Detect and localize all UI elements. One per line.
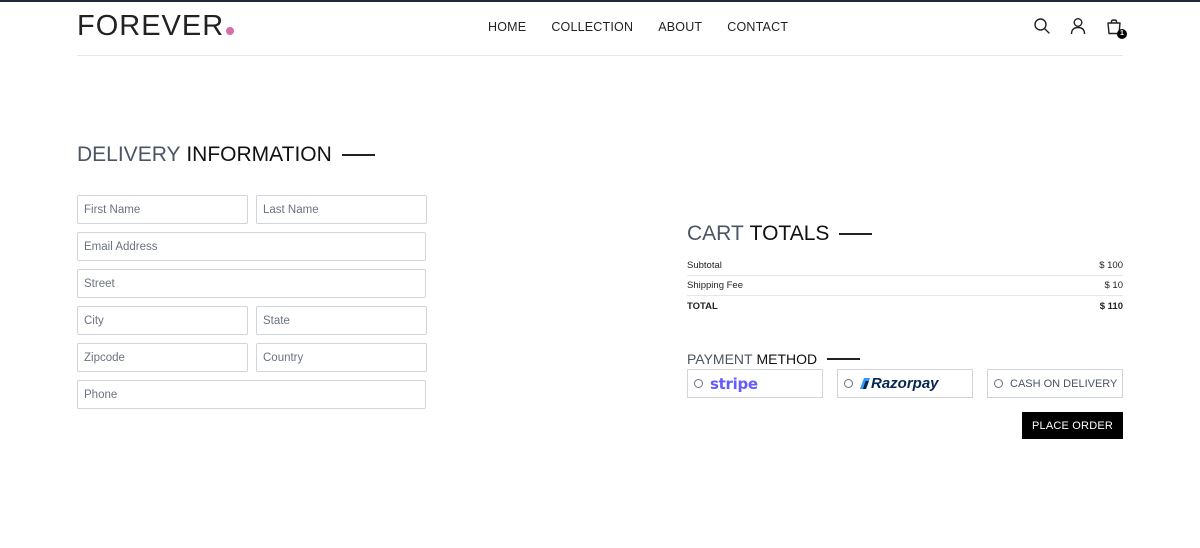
payment-title-dark: METHOD (756, 351, 818, 367)
subtotal-row: Subtotal $ 100 (687, 256, 1123, 276)
brand-dot (226, 27, 235, 35)
razorpay-label: Razorpay (871, 375, 939, 392)
zipcode-input[interactable] (77, 343, 248, 372)
site-header: FOREVER HOME COLLECTION ABOUT CONTACT 1 (77, 2, 1127, 56)
radio-cod[interactable] (994, 379, 1003, 388)
brand-name: FOREVER (77, 10, 225, 42)
search-icon[interactable] (1033, 17, 1051, 35)
nav-contact[interactable]: CONTACT (727, 20, 788, 34)
phone-input[interactable] (77, 380, 426, 409)
payment-title-light: PAYMENT (687, 351, 753, 367)
radio-stripe[interactable] (694, 379, 703, 388)
razorpay-logo: Razorpay (860, 375, 939, 392)
last-name-input[interactable] (256, 195, 427, 224)
cod-label: CASH ON DELIVERY (1010, 377, 1118, 390)
payment-option-razorpay[interactable]: Razorpay (837, 369, 973, 398)
delivery-title-dark: INFORMATION (186, 143, 332, 166)
nav-home[interactable]: HOME (488, 20, 526, 34)
shopping-bag-icon[interactable]: 1 (1105, 17, 1127, 39)
street-input[interactable] (77, 269, 426, 298)
shipping-fee-label: Shipping Fee (687, 280, 743, 291)
payment-method-title: PAYMENT METHOD (687, 351, 861, 367)
payment-option-stripe[interactable]: stripe (687, 369, 823, 398)
nav-collection[interactable]: COLLECTION (551, 20, 633, 34)
subtotal-label: Subtotal (687, 260, 722, 271)
shipping-fee-row: Shipping Fee $ 10 (687, 276, 1123, 296)
nav-about[interactable]: ABOUT (658, 20, 702, 34)
title-divider (341, 154, 375, 156)
city-input[interactable] (77, 306, 248, 335)
delivery-title-light: DELIVERY (77, 143, 181, 166)
total-value: $ 110 (1099, 300, 1123, 312)
cart-totals-table: Subtotal $ 100 Shipping Fee $ 10 TOTAL $… (687, 256, 1123, 316)
cart-title-dark: TOTALS (749, 222, 830, 245)
shipping-fee-value: $ 10 (1104, 280, 1124, 291)
payment-option-cod[interactable]: CASH ON DELIVERY (987, 369, 1123, 398)
cart-title-light: CART (687, 222, 744, 245)
delivery-title: DELIVERY INFORMATION (77, 143, 375, 167)
state-input[interactable] (256, 306, 427, 335)
place-order-button[interactable]: PLACE ORDER (1022, 412, 1123, 439)
total-row: TOTAL $ 110 (687, 296, 1123, 316)
cart-count-badge: 1 (1117, 29, 1127, 39)
title-divider (839, 233, 873, 235)
total-label: TOTAL (687, 300, 718, 312)
user-icon[interactable] (1069, 17, 1087, 35)
country-input[interactable] (256, 343, 427, 372)
brand-logo[interactable]: FOREVER (77, 10, 235, 43)
header-icons: 1 (1033, 17, 1127, 39)
razorpay-mark-icon (860, 378, 870, 389)
stripe-logo: stripe (710, 374, 758, 393)
main-nav: HOME COLLECTION ABOUT CONTACT (488, 20, 788, 34)
email-input[interactable] (77, 232, 426, 261)
radio-razorpay[interactable] (844, 379, 853, 388)
cart-totals-title: CART TOTALS (687, 222, 873, 246)
subtotal-value: $ 100 (1099, 260, 1123, 271)
first-name-input[interactable] (77, 195, 248, 224)
title-divider (827, 358, 861, 360)
